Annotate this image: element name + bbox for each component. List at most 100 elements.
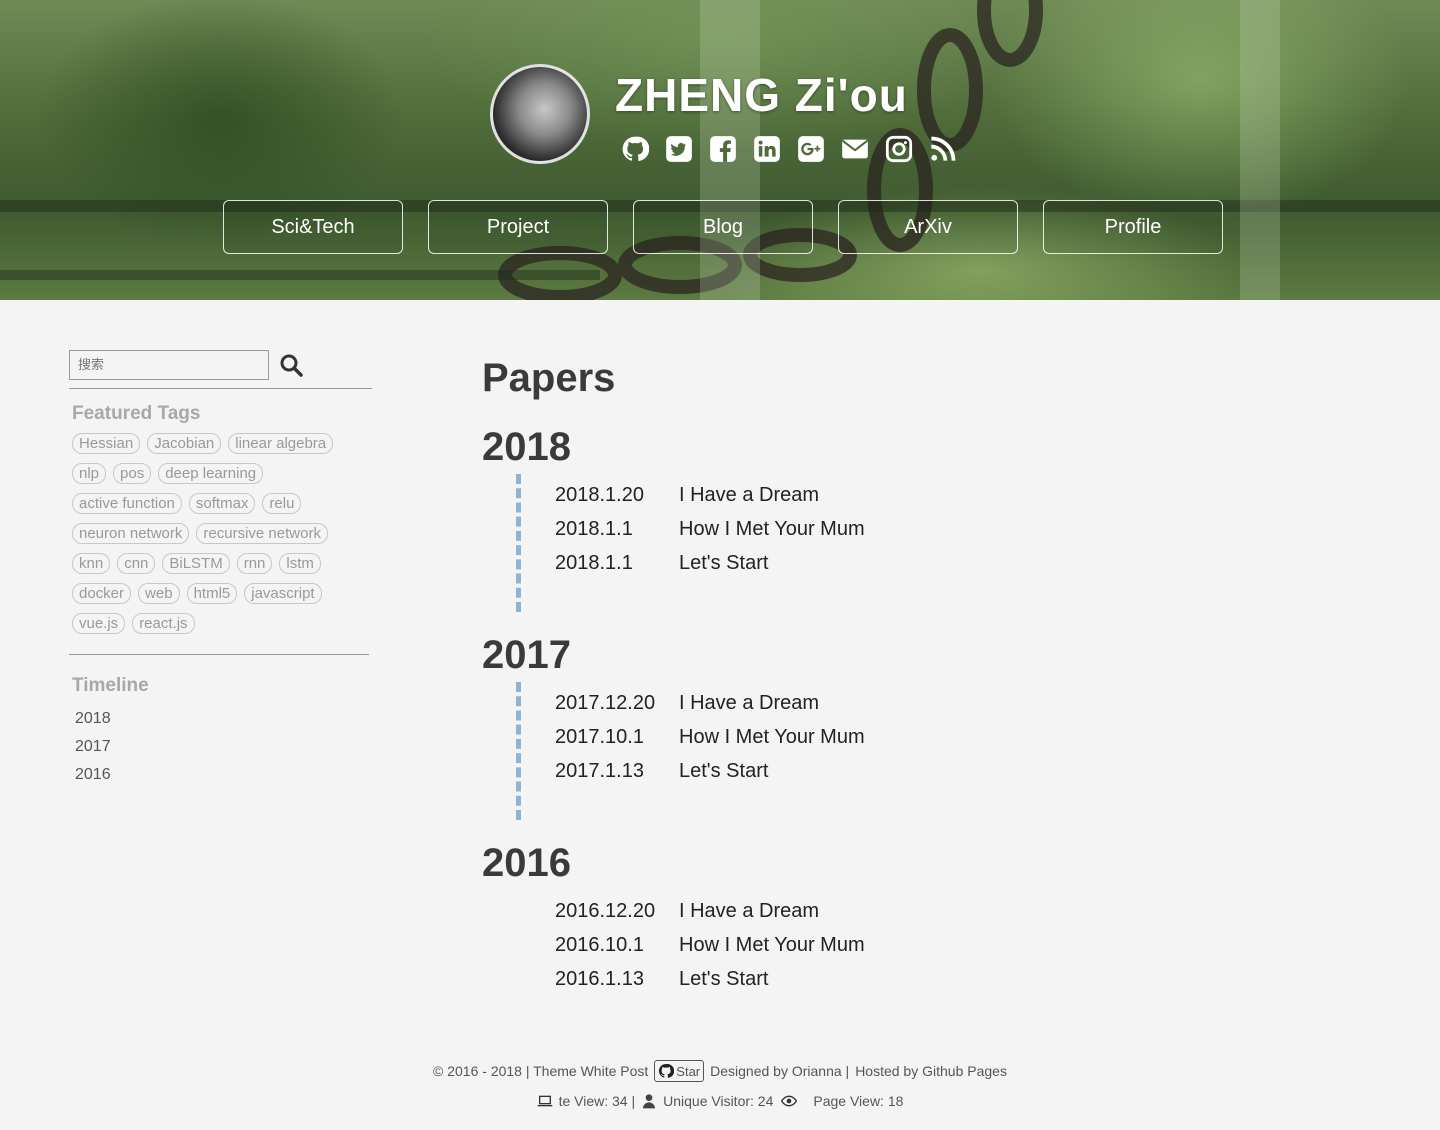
eye-icon: [781, 1095, 798, 1107]
post-item[interactable]: 2017.10.1 How I Met Your Mum: [555, 720, 1182, 754]
page-title: Papers: [482, 356, 616, 400]
post-date: 2017.10.1: [555, 726, 644, 748]
tag-hessian[interactable]: Hessian: [72, 433, 141, 454]
tag-rnn[interactable]: rnn: [236, 553, 273, 574]
post-date: 2016.10.1: [555, 934, 644, 956]
social-links: [620, 134, 958, 164]
post-date: 2016.12.20: [555, 900, 656, 922]
tag-lstm[interactable]: lstm: [279, 553, 321, 574]
post-title-link[interactable]: I Have a Dream: [679, 894, 819, 928]
github-icon[interactable]: [620, 134, 650, 164]
instagram-icon[interactable]: [884, 134, 914, 164]
post-date: 2016.1.13: [555, 968, 644, 990]
site-title[interactable]: ZHENG Zi'ou: [615, 68, 908, 122]
linkedin-icon[interactable]: [752, 134, 782, 164]
nav-profile-button[interactable]: Profile: [1043, 200, 1223, 254]
hosted-by-text[interactable]: Hosted by Github Pages: [855, 1063, 1007, 1079]
tag-jacobian[interactable]: Jacobian: [147, 433, 222, 454]
search-icon[interactable]: [279, 353, 303, 377]
footer-row-credits: © 2016 - 2018 | Theme White Post Star De…: [0, 1056, 1440, 1086]
email-icon[interactable]: [840, 134, 870, 164]
post-title-link[interactable]: I Have a Dream: [679, 478, 819, 512]
year-heading: 2017: [482, 633, 571, 677]
tag-linear-algebra[interactable]: linear algebra: [228, 433, 334, 454]
post-list: 2018.1.20 I Have a Dream 2018.1.1 How I Me…: [482, 474, 1182, 614]
tag-recursive-network[interactable]: recursive network: [196, 523, 328, 544]
avatar[interactable]: [490, 64, 590, 164]
tag-html5[interactable]: html5: [186, 583, 238, 604]
tag-react-js[interactable]: react.js: [132, 613, 195, 634]
designed-by-text[interactable]: Designed by Orianna |: [710, 1063, 849, 1079]
user-icon: [643, 1094, 656, 1109]
post-date: 2018.1.20: [555, 484, 644, 506]
post-list: 2017.12.20 I Have a Dream 2017.10.1 How I …: [482, 682, 1182, 822]
nav-blog-button[interactable]: Blog: [633, 200, 813, 254]
twitter-icon[interactable]: [664, 134, 694, 164]
post-date: 2018.1.1: [555, 518, 633, 540]
post-item[interactable]: 2017.1.13 Let's Start: [555, 754, 1182, 788]
timeline-title: Timeline: [72, 675, 149, 696]
laptop-icon: [537, 1095, 552, 1107]
copyright-text: © 2016 - 2018 | Theme White Post: [433, 1063, 649, 1079]
search-input[interactable]: [69, 350, 269, 380]
tag-pos[interactable]: pos: [113, 463, 152, 484]
tag-web[interactable]: web: [138, 583, 180, 604]
post-title-link[interactable]: Let's Start: [679, 962, 768, 996]
tag-docker[interactable]: docker: [72, 583, 132, 604]
timeline-link-2016[interactable]: 2016: [75, 761, 372, 789]
nav-project-button[interactable]: Project: [428, 200, 608, 254]
tag-bilstm[interactable]: BiLSTM: [162, 553, 230, 574]
tag-neuron-network[interactable]: neuron network: [72, 523, 190, 544]
featured-tags-title: Featured Tags: [72, 403, 201, 424]
post-item[interactable]: 2016.10.1 How I Met Your Mum: [555, 928, 1182, 962]
facebook-icon[interactable]: [708, 134, 738, 164]
nav-arxiv-button[interactable]: ArXiv: [838, 200, 1018, 254]
year-section-2016: 2016 2016.12.20 I Have a Dream 2016.10.1 H…: [482, 836, 1182, 1030]
tag-active-function[interactable]: active function: [72, 493, 182, 514]
tag-cnn[interactable]: cnn: [117, 553, 156, 574]
year-section-2018: 2018 2018.1.20 I Have a Dream 2018.1.1 How…: [482, 420, 1182, 614]
post-item[interactable]: 2018.1.1 Let's Start: [555, 546, 1182, 580]
tag-cloud: Hessian Jacobian linear algebra nlp pos …: [69, 433, 369, 655]
github-star-button[interactable]: Star: [654, 1060, 705, 1082]
post-date: 2018.1.1: [555, 552, 633, 574]
year-section-2017: 2017 2017.12.20 I Have a Dream 2017.10.1 H…: [482, 628, 1182, 822]
google-plus-icon[interactable]: [796, 134, 826, 164]
post-title-link[interactable]: How I Met Your Mum: [679, 512, 865, 546]
post-date: 2017.12.20: [555, 692, 656, 714]
post-item[interactable]: 2018.1.1 How I Met Your Mum: [555, 512, 1182, 546]
post-title-link[interactable]: How I Met Your Mum: [679, 928, 865, 962]
search-bar: [69, 350, 372, 389]
github-icon: [659, 1063, 675, 1078]
post-item[interactable]: 2016.1.13 Let's Start: [555, 962, 1182, 996]
nav-sci-tech-button[interactable]: Sci&Tech: [223, 200, 403, 254]
tag-knn[interactable]: knn: [72, 553, 111, 574]
post-title-link[interactable]: How I Met Your Mum: [679, 720, 865, 754]
main-nav: Sci&Tech Project Blog ArXiv Profile: [223, 200, 1223, 254]
site-view-count: te View: 34 |: [558, 1093, 636, 1109]
page-view-count: Page View: 18: [813, 1093, 904, 1109]
tag-relu[interactable]: relu: [262, 493, 302, 514]
tag-nlp[interactable]: nlp: [72, 463, 107, 484]
post-title-link[interactable]: Let's Start: [679, 546, 768, 580]
post-item[interactable]: 2017.12.20 I Have a Dream: [555, 686, 1182, 720]
main-content: Papers 2018 2018.1.20 I Have a Dream 2018…: [482, 350, 1182, 1030]
post-title-link[interactable]: I Have a Dream: [679, 686, 819, 720]
tag-vue-js[interactable]: vue.js: [72, 613, 126, 634]
post-title-link[interactable]: Let's Start: [679, 754, 768, 788]
unique-visitor-count: Unique Visitor: 24: [663, 1093, 774, 1109]
timeline-list: 2018 2017 2016: [69, 705, 372, 789]
post-item[interactable]: 2018.1.20 I Have a Dream: [555, 478, 1182, 512]
post-item[interactable]: 2016.12.20 I Have a Dream: [555, 894, 1182, 928]
year-heading: 2016: [482, 841, 571, 885]
footer: © 2016 - 2018 | Theme White Post Star De…: [0, 1056, 1440, 1116]
rss-icon[interactable]: [928, 134, 958, 164]
tag-deep-learning[interactable]: deep learning: [158, 463, 264, 484]
timeline-link-2017[interactable]: 2017: [75, 733, 372, 761]
footer-row-stats: te View: 34 | Unique Visitor: 24 Page Vi…: [0, 1086, 1440, 1116]
tag-javascript[interactable]: javascript: [244, 583, 322, 604]
post-date: 2017.1.13: [555, 760, 644, 782]
tag-softmax[interactable]: softmax: [188, 493, 256, 514]
timeline-link-2018[interactable]: 2018: [75, 705, 372, 733]
sidebar: Featured Tags Hessian Jacobian linear al…: [69, 350, 372, 789]
